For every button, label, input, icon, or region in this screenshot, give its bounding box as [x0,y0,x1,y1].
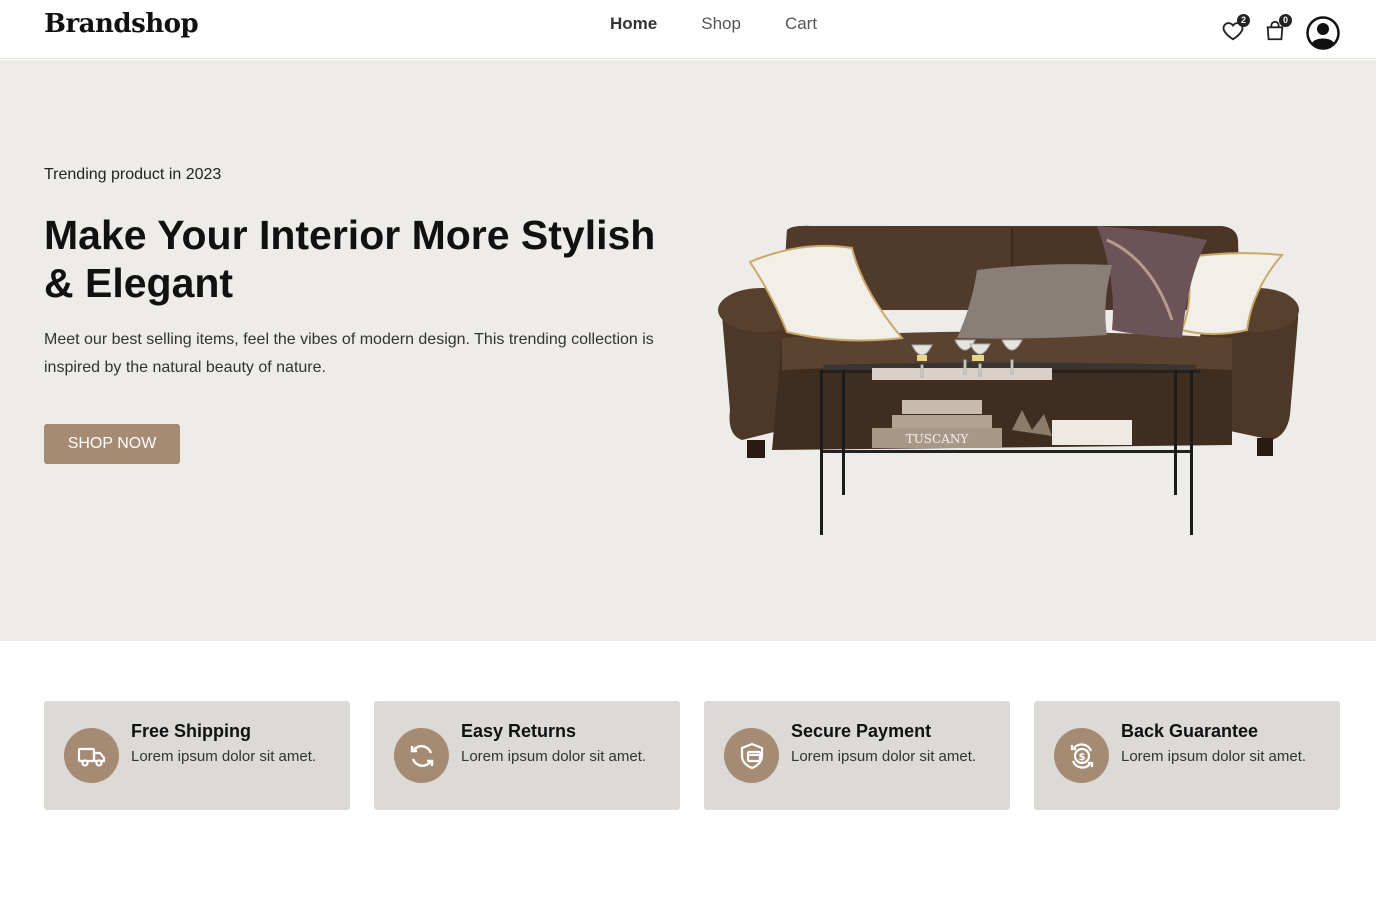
hero-title: Make Your Interior More Stylish & Elegan… [44,212,656,306]
brand-logo[interactable]: Brandshop [44,9,199,39]
shop-now-button[interactable]: SHOP NOW [44,424,180,464]
money-back-icon: $ [1054,728,1109,783]
feature-title: Secure Payment [791,721,932,741]
feature-text: Lorem ipsum dolor sit amet. [791,748,977,765]
nav-shop[interactable]: Shop [701,14,741,34]
main-nav: Home Shop Cart [610,14,817,34]
feature-title: Easy Returns [461,721,577,741]
cart-count-badge: 0 [1279,14,1292,27]
feature-title: Back Guarantee [1121,721,1259,741]
feature-text: Lorem ipsum dolor sit amet. [461,748,647,765]
nav-home[interactable]: Home [610,14,657,34]
wishlist-button[interactable]: 2 [1222,14,1250,42]
feature-text: Lorem ipsum dolor sit amet. [1121,748,1307,765]
user-icon [1306,16,1340,50]
nav-cart[interactable]: Cart [785,14,817,34]
header-icons: 2 0 [1222,12,1340,50]
feature-card-secure-payment: Secure Payment Lorem ipsum dolor sit ame… [704,701,1010,810]
features-row: Free Shipping Lorem ipsum dolor sit amet… [44,701,1340,810]
truck-icon [64,728,119,783]
hero-subtitle: Trending product in 2023 [44,166,222,183]
feature-card-back-guarantee: $ Back Guarantee Lorem ipsum dolor sit a… [1034,701,1340,810]
sofa-image: TUSCANY [712,220,1308,540]
wishlist-count-badge: 2 [1237,14,1250,27]
feature-title: Free Shipping [131,721,252,741]
hero-description: Meet our best selling items, feel the vi… [44,331,654,376]
book-title-text: TUSCANY [906,432,970,446]
feature-text: Lorem ipsum dolor sit amet. [131,748,317,765]
cart-button[interactable]: 0 [1264,14,1292,42]
user-avatar-button[interactable] [1306,16,1340,50]
site-header: Brandshop Home Shop Cart 2 0 [0,0,1376,59]
feature-card-free-shipping: Free Shipping Lorem ipsum dolor sit amet… [44,701,350,810]
feature-card-easy-returns: Easy Returns Lorem ipsum dolor sit amet. [374,701,680,810]
refresh-icon [394,728,449,783]
hero-section: Trending product in 2023 Make Your Inter… [0,60,1376,641]
svg-text:$: $ [1078,752,1085,763]
shield-card-icon [724,728,779,783]
